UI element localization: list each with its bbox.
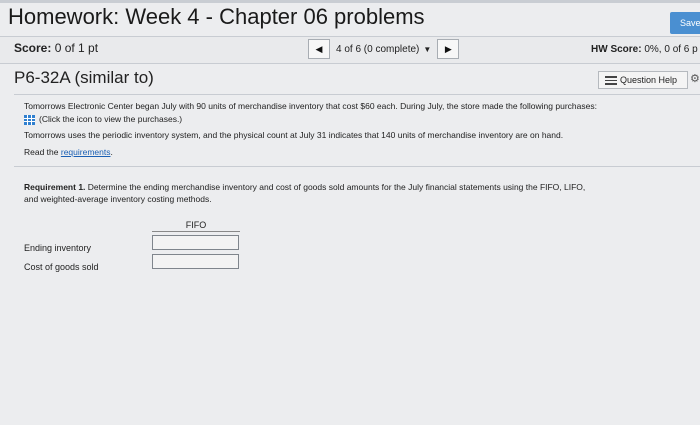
problem-line-4: Read the requirements.: [24, 147, 113, 157]
purchases-link-row: (Click the icon to view the purchases.): [24, 114, 182, 125]
hw-score: HW Score: 0%, 0 of 6 p: [591, 44, 698, 55]
requirements-link[interactable]: requirements: [61, 147, 111, 157]
cost-of-goods-sold-input[interactable]: [152, 254, 239, 269]
row-label-cost-of-goods-sold: Cost of goods sold: [24, 262, 99, 272]
purchases-link-text[interactable]: (Click the icon to view the purchases.): [39, 114, 182, 124]
question-help-button[interactable]: Question Help: [598, 71, 688, 89]
table-grid-icon[interactable]: [24, 114, 35, 125]
question-selector[interactable]: 4 of 6 (0 complete): [336, 44, 419, 55]
question-help-label: Question Help: [620, 75, 678, 85]
divider: [14, 94, 700, 95]
triangle-right-icon: ▶: [444, 43, 452, 54]
hw-score-value: 0%, 0 of 6 p: [644, 44, 698, 55]
requirement-label: Requirement 1.: [24, 182, 86, 192]
question-navigator: ◀ 4 of 6 (0 complete) ▼ ▶: [308, 39, 460, 59]
fifo-column-header: FIFO: [185, 220, 207, 230]
score-label: Score:: [14, 41, 52, 55]
read-the-text: Read the: [24, 147, 59, 157]
score-value: 0 of 1 pt: [54, 41, 99, 55]
problem-line-1: Tomorrows Electronic Center began July w…: [24, 101, 597, 111]
requirement-line-1: Requirement 1. Determine the ending merc…: [24, 182, 585, 192]
ending-inventory-input[interactable]: [152, 235, 239, 250]
save-button[interactable]: Save: [670, 12, 700, 34]
hw-score-label: HW Score:: [591, 44, 642, 55]
next-question-button[interactable]: ▶: [437, 39, 460, 59]
caret-down-icon[interactable]: ▼: [423, 45, 431, 54]
page-title: Homework: Week 4 - Chapter 06 problems: [8, 4, 425, 29]
previous-question-button[interactable]: ◀: [308, 39, 330, 59]
problem-line-3: Tomorrows uses the periodic inventory sy…: [24, 130, 564, 140]
problem-title: P6-32A (similar to): [14, 68, 154, 87]
column-rule: [152, 231, 240, 232]
top-border: [0, 0, 700, 3]
gear-icon[interactable]: ⚙: [690, 72, 700, 85]
row-label-ending-inventory: Ending inventory: [24, 243, 92, 253]
score-text: Score: 0 of 1 pt: [14, 41, 98, 55]
requirement-text: Determine the ending merchandise invento…: [85, 182, 586, 192]
triangle-left-icon: ◀: [315, 43, 323, 54]
period-text: .: [110, 147, 113, 157]
list-icon: [605, 75, 617, 85]
divider: [14, 166, 700, 167]
requirement-line-2: and weighted-average inventory costing m…: [24, 194, 212, 204]
